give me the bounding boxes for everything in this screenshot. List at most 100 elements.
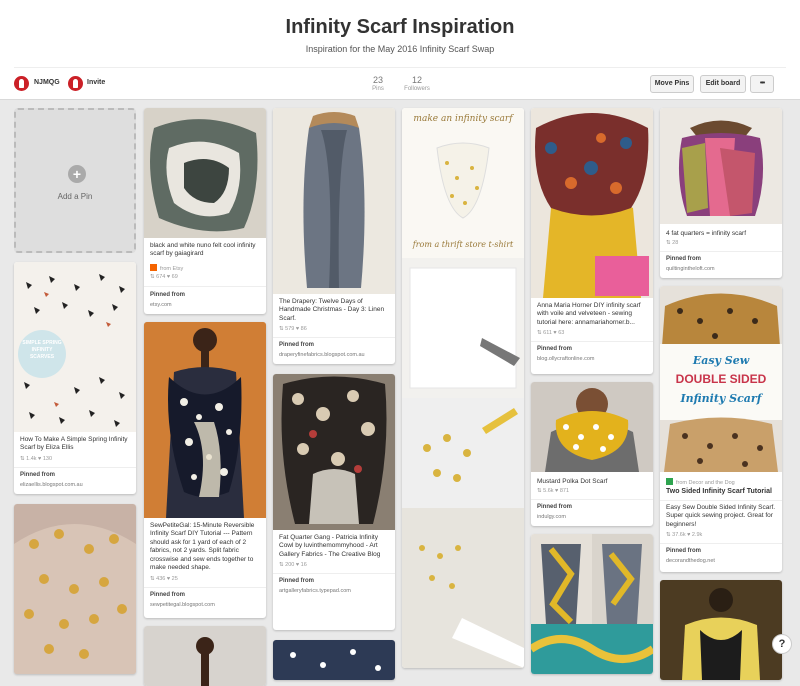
pin-image (273, 374, 395, 530)
pin-separator (144, 286, 266, 287)
pin-source-link[interactable]: sewpetitegal.blogspot.com (150, 602, 215, 608)
pin-source-link[interactable]: artgalleryfabrics.typepad.com (279, 588, 351, 594)
pin-description: How To Make A Simple Spring Infinity Sca… (20, 436, 128, 452)
pin-separator (273, 573, 395, 574)
pin-source-link[interactable]: elizaellis.blogspot.com.au (20, 482, 83, 488)
pin-card[interactable] (14, 504, 136, 674)
user-avatar-icon[interactable] (14, 76, 29, 91)
pin-card[interactable]: Anna Maria Horner DIY infinity scarf wit… (531, 108, 653, 374)
pinned-from-label: Pinned from (666, 256, 702, 262)
pin-badge-text: from Decor and the Dog (676, 480, 735, 486)
pin-card[interactable] (531, 534, 653, 674)
pins-count: 23 (372, 75, 383, 85)
pin-image (14, 504, 136, 674)
pin-overlay-bottom: from a thrift store t-shirt (412, 240, 514, 249)
add-pin-label: Add a Pin (57, 192, 93, 201)
invite-link[interactable]: Invite (87, 79, 105, 86)
pin-separator (144, 587, 266, 588)
pin-separator (531, 499, 653, 500)
pin-card[interactable]: SIMPLE SPRING INFINITY SCARVES How To Ma… (14, 262, 136, 494)
pin-overlay-line3: Infinity Scarf (680, 392, 762, 405)
pin-stats: ⇅ 1.4k ♥ 130 (20, 456, 53, 462)
followers-count: 12 (411, 75, 422, 85)
pin-stats: ⇅ 611 ♥ 63 (537, 330, 565, 336)
pin-overlay-text: SIMPLE SPRING INFINITY SCARVES (22, 340, 62, 360)
pin-card[interactable] (273, 640, 395, 680)
pin-card[interactable]: Fat Quarter Gang - Patricia Infinity Cow… (273, 374, 395, 630)
pinned-from-label: Pinned from (537, 346, 573, 352)
pin-separator (531, 341, 653, 342)
board-header: Infinity Scarf Inspiration Inspiration f… (0, 0, 800, 100)
more-options-button[interactable]: ••• (750, 75, 774, 93)
pin-card[interactable]: The Drapery: Twelve Days of Handmade Chr… (273, 108, 395, 364)
pin-image (144, 626, 266, 686)
pin-card[interactable]: 4 fat quarters = infinity scarf ⇅ 28 Pin… (660, 108, 782, 278)
board-title: Infinity Scarf Inspiration (285, 16, 515, 38)
pinned-from-label: Pinned from (537, 504, 573, 510)
pin-separator (273, 337, 395, 338)
pin-badge-text: from Etsy (160, 266, 184, 272)
pin-description: 4 fat quarters = infinity scarf (666, 230, 747, 237)
plus-icon: + (68, 165, 86, 183)
pin-card[interactable]: make an infinity scarf from a thrift sto… (402, 108, 524, 668)
pinned-from-label: Pinned from (20, 472, 56, 478)
pins-label: Pins (372, 86, 384, 92)
source-badge: from Decor and the Dog (666, 478, 735, 486)
pin-source-link[interactable]: decorandthedog.net (666, 558, 715, 564)
pin-image (531, 382, 653, 472)
pin-title: Two Sided Infinity Scarf Tutorial (666, 488, 772, 495)
pin-image (531, 108, 653, 298)
pin-card[interactable] (660, 580, 782, 680)
pin-description: The Drapery: Twelve Days of Handmade Chr… (279, 298, 385, 322)
pinned-from-label: Pinned from (279, 578, 315, 584)
move-pins-button[interactable]: Move Pins (650, 75, 694, 93)
add-pin-card[interactable]: + Add a Pin (14, 108, 136, 253)
pinned-from-label: Pinned from (150, 592, 186, 598)
pin-description: Anna Maria Horner DIY infinity scarf wit… (537, 302, 641, 326)
help-button[interactable]: ? (772, 634, 792, 654)
pin-separator (660, 543, 782, 544)
pin-stats: ⇅ 579 ♥ 86 (279, 326, 307, 332)
pin-source-link[interactable]: indulgy.com (537, 514, 566, 520)
pin-stats: ⇅ 37.6k ♥ 2.9k (666, 532, 703, 538)
pin-card[interactable]: SewPetiteGal: 15-Minute Reversible Infin… (144, 322, 266, 618)
pin-stats: ⇅ 436 ♥ 25 (150, 576, 178, 582)
pin-image (144, 322, 266, 518)
pin-overlay-top: make an infinity scarf (413, 114, 513, 124)
edit-board-button[interactable]: Edit board (700, 75, 746, 93)
board-subtitle: Inspiration for the May 2016 Infinity Sc… (305, 44, 495, 54)
pin-stats: ⇅ 5.6k ♥ 871 (537, 488, 570, 494)
pin-card[interactable] (144, 626, 266, 686)
pin-image (660, 108, 782, 224)
pin-description: black and white nuno felt cool infinity … (150, 242, 256, 258)
pin-overlay-line2: DOUBLE SIDED (675, 372, 767, 386)
pin-source-link[interactable]: etsy.com (150, 302, 172, 308)
pin-stats: ⇅ 28 (666, 240, 679, 246)
pinned-from-label: Pinned from (150, 292, 186, 298)
followers-stat[interactable]: 12 Followers (397, 75, 437, 92)
invite-avatar-icon[interactable] (68, 76, 83, 91)
pin-card[interactable]: black and white nuno felt cool infinity … (144, 108, 266, 314)
pin-image (273, 640, 395, 680)
pin-source-link[interactable]: quiltingintheloft.com (666, 266, 715, 272)
pin-card[interactable]: Mustard Polka Dot Scarf ⇅ 5.6k ♥ 871 Pin… (531, 382, 653, 526)
pin-stats: ⇅ 674 ♥ 69 (150, 274, 178, 280)
pin-description: Easy Sew Double Sided Infinity Scarf. Su… (666, 504, 776, 528)
pin-source-link[interactable]: blog.ollycraftonline.com (537, 356, 594, 362)
pin-stats: ⇅ 200 ♥ 16 (279, 562, 307, 568)
user-name-link[interactable]: NJMQG (34, 79, 60, 86)
followers-label: Followers (404, 86, 430, 92)
pinned-from-label: Pinned from (279, 342, 315, 348)
pin-image (660, 580, 782, 680)
etsy-badge: from Etsy (150, 264, 183, 272)
pin-source-link[interactable]: draperyfinefabrics.blogspot.com.au (279, 352, 365, 358)
pin-image (144, 108, 266, 238)
pin-separator (660, 500, 782, 501)
pin-separator (14, 467, 136, 468)
pin-image (531, 534, 653, 674)
pin-card[interactable]: Easy Sew DOUBLE SIDED Infinity Scarf fro… (660, 286, 782, 572)
pin-image (273, 108, 395, 294)
pin-description: SewPetiteGal: 15-Minute Reversible Infin… (150, 522, 255, 572)
pin-image (402, 108, 524, 668)
pins-stat[interactable]: 23 Pins (358, 75, 398, 92)
